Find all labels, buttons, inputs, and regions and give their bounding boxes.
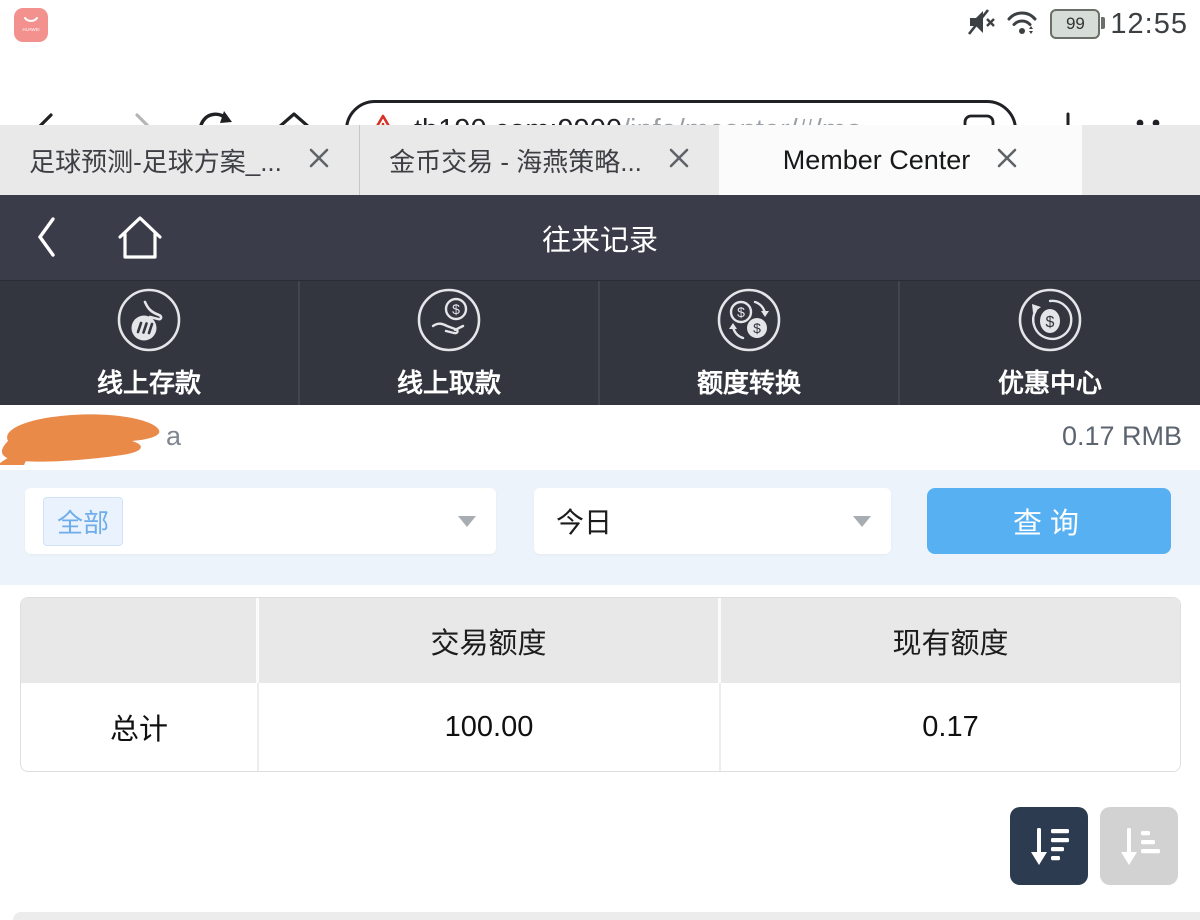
sort-descending-button[interactable] <box>1010 807 1088 885</box>
page-title: 往来记录 <box>0 195 1200 280</box>
tab-football[interactable]: 足球预测-足球方案_... <box>0 125 360 195</box>
close-icon[interactable] <box>996 147 1018 174</box>
clock: 12:55 <box>1110 8 1188 41</box>
nav-label: 优惠中心 <box>998 363 1102 400</box>
date-filter-value: 今日 <box>556 501 612 541</box>
withdraw-icon: $ <box>415 286 483 359</box>
battery-percent: 99 <box>1066 14 1085 34</box>
quick-nav: 线上存款 $ 线上取款 $ $ <box>0 280 1200 405</box>
type-filter-select[interactable]: 全部 <box>25 488 496 554</box>
scribble-mask <box>0 407 186 476</box>
nav-online-deposit[interactable]: 线上存款 <box>0 281 300 405</box>
status-bar: HUAWEI <box>0 0 1200 48</box>
tab-member-center[interactable]: Member Center <box>719 125 1082 195</box>
nav-label: 额度转换 <box>697 363 801 400</box>
tab-strip: 足球预测-足球方案_... 金币交易 - 海燕策略... Member Cent… <box>0 125 1200 195</box>
account-balance: 0.17 RMB <box>1062 421 1182 452</box>
row-label: 总计 <box>21 683 259 771</box>
nav-promo-center[interactable]: $ 优惠中心 <box>900 281 1200 405</box>
table-header-row: 交易额度 现有额度 <box>21 598 1180 683</box>
summary-table: 交易额度 现有额度 总计 100.00 0.17 <box>20 597 1181 772</box>
query-button[interactable]: 查询 <box>927 488 1171 554</box>
nav-label: 线上存款 <box>97 363 201 400</box>
svg-text:$: $ <box>1046 314 1055 331</box>
row-current-amount: 0.17 <box>721 683 1180 771</box>
appgallery-icon: HUAWEI <box>14 8 48 42</box>
sort-ascending-button[interactable] <box>1100 807 1178 885</box>
type-filter-value: 全部 <box>43 497 123 546</box>
row-trade-amount: 100.00 <box>259 683 721 771</box>
header-trade-amount: 交易额度 <box>259 598 721 683</box>
filter-bar: 全部 今日 查询 <box>0 470 1200 585</box>
chevron-down-icon <box>458 516 476 527</box>
svg-text:$: $ <box>753 320 761 336</box>
next-card-edge <box>13 912 1200 920</box>
date-filter-select[interactable]: 今日 <box>534 488 891 554</box>
tab-coin-trade[interactable]: 金币交易 - 海燕策略... <box>360 125 719 195</box>
wifi-icon <box>1006 7 1040 42</box>
browser-toolbar: tb190.com:9900/infe/mcenter/#/mo <box>0 48 1200 125</box>
tab-label: 金币交易 - 海燕策略... <box>389 142 642 179</box>
svg-text:$: $ <box>737 304 745 320</box>
header-current-amount: 现有额度 <box>721 598 1180 683</box>
svg-text:$: $ <box>452 301 460 317</box>
deposit-icon <box>115 286 183 359</box>
nav-label: 线上取款 <box>397 363 501 400</box>
nav-online-withdraw[interactable]: $ 线上取款 <box>300 281 600 405</box>
mute-icon <box>966 7 996 42</box>
promo-icon: $ <box>1016 286 1084 359</box>
browser-window: HUAWEI <box>0 0 1200 920</box>
sort-descending-icon <box>1026 823 1072 869</box>
battery-icon: 99 <box>1050 9 1100 39</box>
tab-label: 足球预测-足球方案_... <box>29 142 282 179</box>
close-icon[interactable] <box>668 147 690 174</box>
svg-text:HUAWEI: HUAWEI <box>22 27 39 32</box>
table-row: 总计 100.00 0.17 <box>21 683 1180 771</box>
sort-ascending-icon <box>1116 823 1162 869</box>
close-icon[interactable] <box>308 147 330 174</box>
header-empty <box>21 598 259 683</box>
chevron-down-icon <box>853 516 871 527</box>
page-header: 往来记录 <box>0 195 1200 280</box>
account-row: a 0.17 RMB <box>0 405 1200 470</box>
nav-quota-transfer[interactable]: $ $ 额度转换 <box>600 281 900 405</box>
transfer-icon: $ $ <box>715 286 783 359</box>
tab-label: Member Center <box>783 145 971 176</box>
